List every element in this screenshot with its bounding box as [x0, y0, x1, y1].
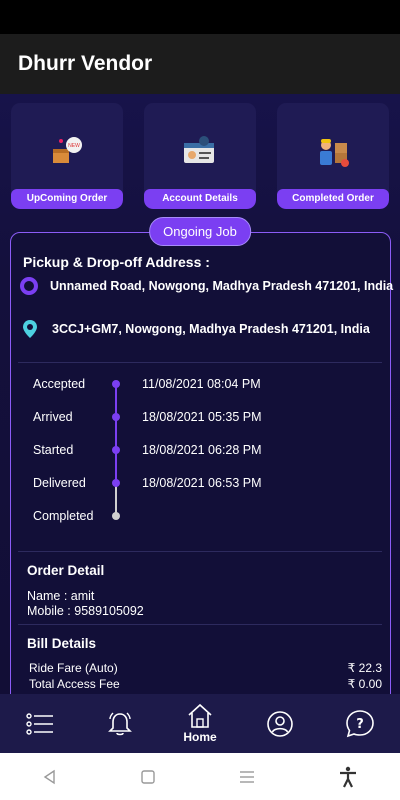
app-bar: Dhurr Vendor — [0, 34, 400, 94]
svg-text:NEW: NEW — [68, 143, 80, 149]
timeline-time: 18/08/2021 05:35 PM — [142, 410, 262, 424]
timeline-row-accepted: Accepted 11/08/2021 08:04 PM — [0, 377, 400, 397]
timeline-dot — [112, 413, 120, 421]
account-details-label: Account Details — [144, 189, 256, 209]
overview-square-icon[interactable] — [141, 769, 155, 784]
timeline-time: 18/08/2021 06:28 PM — [142, 443, 262, 457]
upcoming-order-card[interactable]: NEW UpComing Order — [11, 103, 123, 209]
timeline-row-completed: Completed — [0, 509, 400, 529]
delivery-box-icon: NEW — [53, 137, 82, 163]
ride-fare-value: ₹ 22.3 — [347, 661, 382, 675]
back-icon[interactable] — [42, 769, 58, 785]
nav-home-label: Home — [183, 730, 217, 744]
timeline-dot-pending — [112, 512, 120, 520]
recents-icon[interactable] — [239, 770, 255, 784]
timeline-label: Delivered — [33, 476, 86, 490]
help-icon: ? — [346, 709, 374, 737]
pickup-address-row: Unnamed Road, Nowgong, Madhya Pradesh 47… — [20, 277, 393, 295]
account-card-icon — [184, 136, 214, 163]
accessibility-icon[interactable] — [338, 766, 358, 788]
bottom-nav: Home ? — [0, 694, 400, 753]
timeline-label: Started — [33, 443, 74, 457]
location-pin-icon — [23, 320, 37, 338]
access-fee-row: Total Access Fee ₹ 0.00 — [29, 677, 382, 691]
dropoff-address-row: 3CCJ+GM7, Nowgong, Madhya Pradesh 471201… — [20, 319, 370, 339]
app-title: Dhurr Vendor — [18, 52, 153, 75]
main-content[interactable]: NEW UpComing Order Account Details Compl… — [0, 94, 400, 694]
divider — [18, 624, 382, 625]
pickup-circle-icon — [20, 277, 38, 295]
order-mobile: Mobile : 9589105092 — [27, 604, 144, 618]
nav-menu[interactable] — [10, 712, 70, 735]
menu-icon — [26, 712, 53, 735]
divider — [18, 551, 382, 552]
nav-help[interactable]: ? — [330, 709, 390, 739]
system-nav-bar — [0, 753, 400, 800]
quick-cards: NEW UpComing Order Account Details Compl… — [11, 103, 389, 209]
timeline-label: Arrived — [33, 410, 73, 424]
nav-home[interactable]: Home — [170, 703, 230, 744]
timeline-line-done — [115, 383, 117, 482]
ride-fare-row: Ride Fare (Auto) ₹ 22.3 — [29, 661, 382, 675]
order-name: Name : amit — [27, 589, 95, 603]
home-icon — [188, 703, 212, 728]
address-title: Pickup & Drop-off Address : — [23, 254, 210, 270]
timeline-row-started: Started 18/08/2021 06:28 PM — [0, 443, 400, 463]
pickup-address: Unnamed Road, Nowgong, Madhya Pradesh 47… — [50, 279, 394, 293]
delivery-person-icon — [320, 139, 349, 167]
timeline-dot — [112, 446, 120, 454]
timeline-row-delivered: Delivered 18/08/2021 06:53 PM — [0, 476, 400, 496]
account-details-card[interactable]: Account Details — [144, 103, 256, 209]
dropoff-address: 3CCJ+GM7, Nowgong, Madhya Pradesh 471201… — [52, 322, 370, 336]
timeline-label: Completed — [33, 509, 94, 523]
access-fee-value: ₹ 0.00 — [347, 677, 382, 691]
timeline-label: Accepted — [33, 377, 86, 391]
nav-profile[interactable] — [250, 710, 310, 738]
timeline-time: 11/08/2021 08:04 PM — [142, 377, 261, 391]
upcoming-order-label: UpComing Order — [11, 189, 123, 209]
completed-order-label: Completed Order — [277, 189, 389, 209]
timeline-dot — [112, 380, 120, 388]
nav-notifications[interactable] — [90, 711, 150, 737]
ongoing-job-badge[interactable]: Ongoing Job — [149, 217, 251, 246]
completed-order-card[interactable]: Completed Order — [277, 103, 389, 209]
bell-icon — [108, 712, 132, 735]
timeline-row-arrived: Arrived 18/08/2021 05:35 PM — [0, 410, 400, 430]
bill-details-title: Bill Details — [27, 636, 97, 651]
ride-fare-label: Ride Fare (Auto) — [29, 661, 118, 675]
profile-icon — [267, 710, 293, 737]
timeline-dot — [112, 479, 120, 487]
access-fee-label: Total Access Fee — [29, 677, 120, 691]
divider — [18, 362, 382, 363]
timeline-time: 18/08/2021 06:53 PM — [142, 476, 262, 490]
order-detail-title: Order Detail — [27, 563, 105, 578]
svg-text:?: ? — [356, 717, 364, 732]
status-bar — [0, 0, 400, 34]
